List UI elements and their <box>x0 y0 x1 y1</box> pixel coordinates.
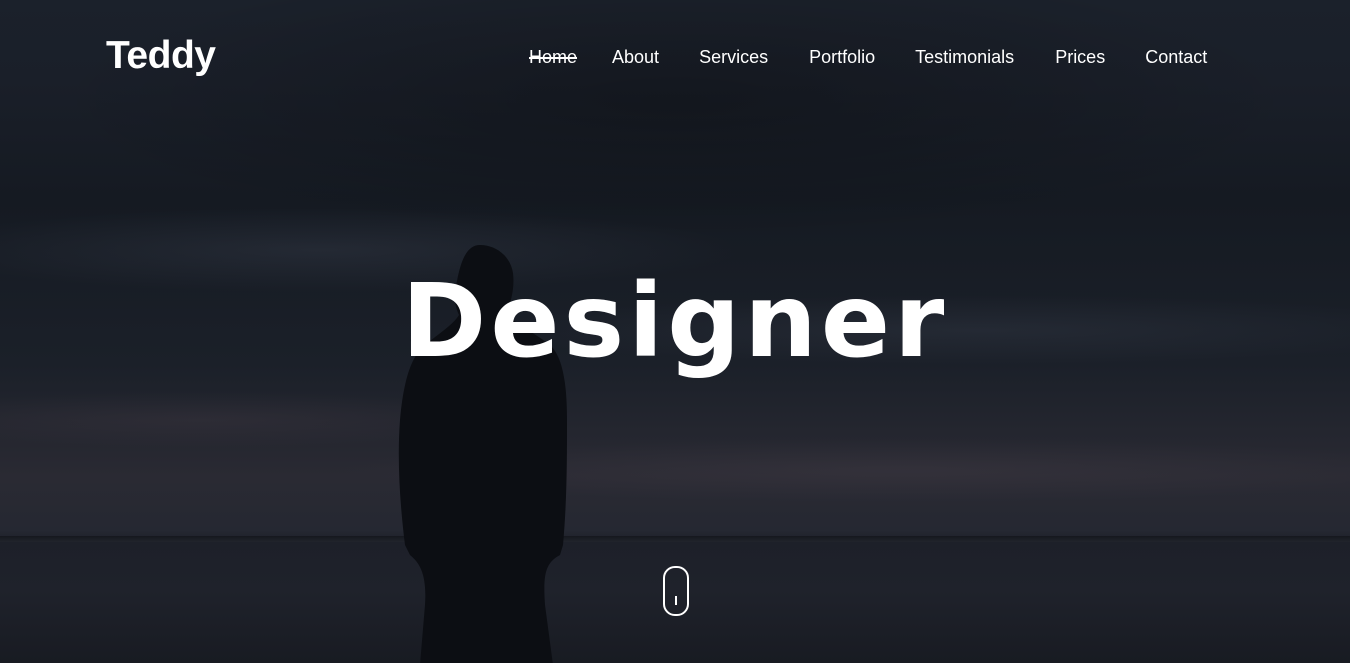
nav-link-services[interactable]: Services <box>699 44 768 70</box>
nav-link-testimonials[interactable]: Testimonials <box>915 44 1014 70</box>
nav-link-about[interactable]: About <box>612 44 659 70</box>
main-nav: Home About Services Portfolio Testimonia… <box>529 44 1207 70</box>
mouse-scroll-icon[interactable] <box>663 566 689 616</box>
hero-section: Teddy Home About Services Portfolio Test… <box>0 0 1350 663</box>
nav-link-home[interactable]: Home <box>529 44 577 70</box>
nav-link-contact[interactable]: Contact <box>1145 44 1207 70</box>
nav-link-portfolio[interactable]: Portfolio <box>809 44 875 70</box>
hero-headline: Designer <box>401 262 949 381</box>
scroll-wheel-indicator <box>675 596 677 605</box>
nav-link-prices[interactable]: Prices <box>1055 44 1105 70</box>
site-logo[interactable]: Teddy <box>106 32 216 80</box>
